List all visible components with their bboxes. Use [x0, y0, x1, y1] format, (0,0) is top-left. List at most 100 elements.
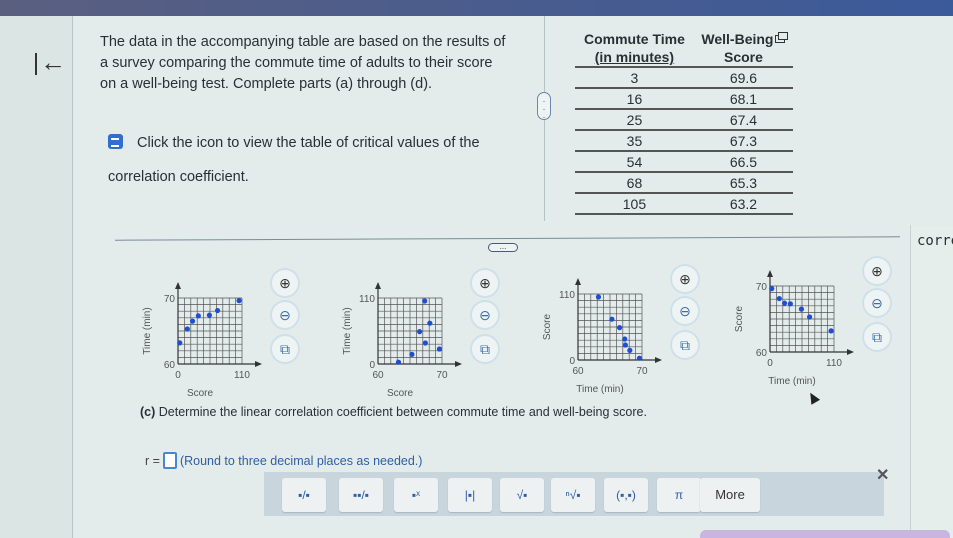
commute-time-cell: 54	[575, 151, 694, 173]
close-icon[interactable]: ✕	[876, 465, 889, 485]
zoom-out-icon[interactable]: ⊖	[672, 298, 698, 324]
book-icon[interactable]	[108, 134, 123, 149]
data-point	[206, 312, 213, 318]
x-axis-arrow	[255, 361, 262, 367]
data-point	[195, 313, 201, 319]
scatter-plot-option-2: 110 0 60 70 Score Time (min) ⊕ ⊖ ⧉	[320, 262, 520, 402]
round-hint: (Round to three decimal places as needed…	[179, 454, 423, 468]
x-tick-label: 0	[175, 370, 181, 381]
critical-values-note: Click the icon to view the table of crit…	[108, 126, 508, 194]
pi-button[interactable]: π	[657, 478, 701, 512]
open-window-icon[interactable]: ⧉	[472, 336, 498, 362]
table-row: 54 66.5	[575, 151, 793, 173]
vertical-splitter-handle[interactable]: · · ·	[537, 92, 551, 122]
commute-time-cell: 68	[575, 172, 694, 194]
data-point	[622, 336, 628, 342]
scatter-plot-svg: 70 600 110 Time (min) Score	[734, 270, 854, 387]
left-rail	[0, 16, 73, 538]
fraction-button[interactable]: ▪/▪	[282, 478, 326, 512]
data-point	[422, 340, 428, 346]
open-window-icon[interactable]: ⧉	[672, 332, 698, 358]
x-axis-label: Score	[187, 388, 214, 399]
math-toolbar: ✕ ▪/▪ ▪▪/▪ ▪ˣ |▪| √▪ ⁿ√▪ (▪,▪) π More	[264, 467, 889, 516]
table-row: 25 67.4	[575, 109, 793, 131]
bottom-button-edge[interactable]	[700, 530, 950, 538]
wellbeing-score-cell: 65.3	[693, 172, 793, 194]
col-header-wellbeing-text: Well-Being	[701, 31, 774, 47]
scatter-plot-svg: 110060 70ScoreTime (min)	[342, 282, 462, 399]
x-tick-label: 60	[572, 366, 584, 377]
zoom-in-icon[interactable]: ⊕	[472, 270, 498, 296]
data-point	[214, 307, 221, 314]
wellbeing-score-cell: 63.2	[693, 193, 793, 215]
table-row: 3 69.6	[575, 67, 793, 89]
commute-time-cell: 3	[575, 67, 694, 89]
commute-time-cell: 105	[575, 193, 694, 215]
data-point	[436, 346, 443, 352]
exponent-button[interactable]: ▪ˣ	[394, 478, 438, 512]
commute-time-cell: 35	[575, 130, 694, 152]
y-axis-label: Score	[542, 314, 553, 341]
y-axis-label: Time (min)	[142, 307, 153, 354]
collapse-back-button[interactable]: ←	[32, 48, 66, 78]
problem-statement: The data in the accompanying table are b…	[100, 34, 506, 92]
y-axis-arrow	[767, 270, 773, 277]
wellbeing-score-cell: 67.4	[693, 109, 793, 131]
data-point	[189, 318, 196, 324]
zoom-out-icon[interactable]: ⊖	[864, 290, 890, 316]
table-row: 16 68.1	[575, 88, 793, 110]
commute-time-cell: 25	[575, 109, 694, 131]
data-point	[798, 306, 805, 312]
window-top-bar	[0, 0, 953, 16]
wellbeing-score-cell: 66.5	[693, 151, 793, 173]
col-subheader-wellbeing: Score	[693, 48, 793, 68]
x-tick-label: 110	[234, 370, 250, 381]
data-point	[236, 298, 242, 304]
x-axis-label: Time (min)	[768, 376, 815, 387]
x-axis-arrow	[455, 361, 462, 367]
data-point	[184, 326, 190, 332]
more-button[interactable]: More	[700, 478, 760, 512]
scatter-plot-svg: 70 600 110 Score Time (min)	[142, 282, 262, 399]
square-root-button[interactable]: √▪	[500, 478, 544, 512]
data-point	[776, 295, 782, 302]
data-point	[409, 351, 415, 357]
zoom-in-icon[interactable]: ⊕	[864, 258, 890, 284]
y-axis-arrow	[175, 282, 181, 289]
y-axis-arrow	[575, 278, 581, 285]
zoom-out-icon[interactable]: ⊖	[472, 302, 498, 328]
y-tick-label: 60	[164, 360, 176, 371]
table-row: 35 67.3	[575, 130, 793, 152]
part-label: (c)	[140, 405, 156, 419]
right-panel: corre	[910, 225, 953, 538]
data-point	[595, 294, 602, 300]
absolute-value-button[interactable]: |▪|	[448, 478, 492, 512]
mixed-number-button[interactable]: ▪▪/▪	[339, 478, 383, 512]
ordered-pair-button[interactable]: (▪,▪)	[604, 478, 648, 512]
data-point	[422, 298, 428, 304]
wellbeing-score-cell: 69.6	[693, 67, 793, 89]
data-point	[177, 340, 183, 346]
zoom-in-icon[interactable]: ⊕	[672, 266, 698, 292]
open-window-icon[interactable]: ⧉	[864, 324, 890, 350]
x-axis-label: Time (min)	[576, 384, 623, 395]
zoom-in-icon[interactable]: ⊕	[272, 270, 298, 296]
y-axis-label: Time (min)	[342, 307, 353, 354]
data-point	[781, 300, 788, 306]
data-point	[636, 355, 643, 361]
x-tick-label: 60	[372, 370, 384, 381]
data-point	[787, 301, 793, 307]
r-answer-input[interactable]	[162, 452, 177, 469]
y-tick-label: 110	[359, 294, 375, 305]
popout-icon[interactable]	[775, 32, 789, 43]
scatter-plot-option-1: 70 60 0 110 Score Time (min) ⊕ ⊖ ⧉	[120, 262, 320, 402]
bar-icon	[35, 53, 37, 75]
data-point	[806, 314, 813, 320]
horizontal-splitter-handle[interactable]: ...	[488, 243, 518, 252]
nth-root-button[interactable]: ⁿ√▪	[551, 478, 595, 512]
open-window-icon[interactable]: ⧉	[272, 336, 298, 362]
data-point	[769, 286, 775, 292]
zoom-out-icon[interactable]: ⊖	[272, 302, 298, 328]
data-point	[417, 329, 423, 335]
scatter-plot-option-3: 110 0 60 70 Time (min) Score ⊕ ⊖ ⧉	[520, 258, 720, 398]
